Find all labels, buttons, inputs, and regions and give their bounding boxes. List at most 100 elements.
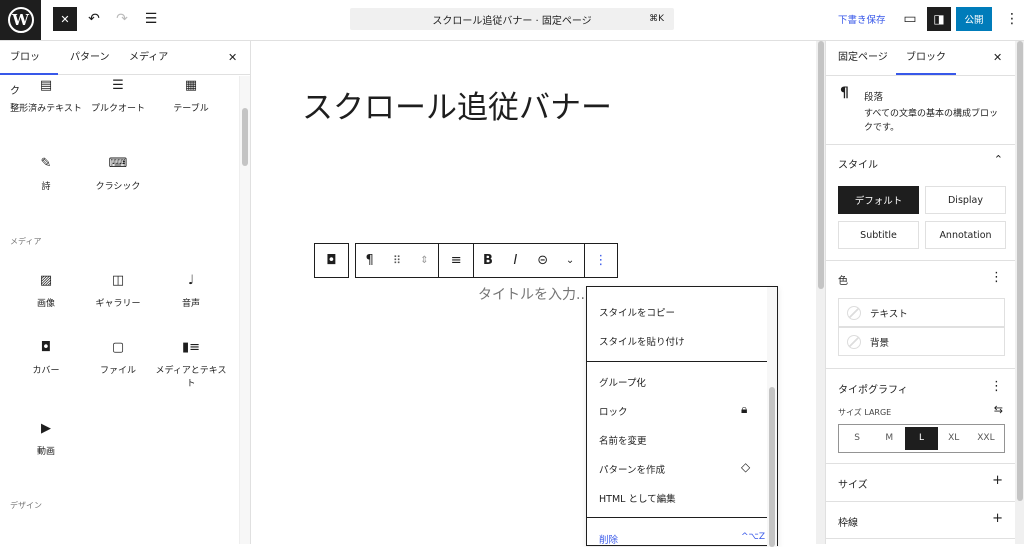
block-options-menu: スタイルをコピー スタイルを貼り付け グループ化 ロック 🔒︎ 名前を変更 パター… <box>586 286 778 547</box>
typography-heading: タイポグラフィ <box>838 385 908 396</box>
preview-icon[interactable]: ▭ <box>899 8 921 30</box>
shortcut: ^⌥Z <box>741 532 766 542</box>
no-color-icon <box>847 305 861 320</box>
section-media: メディア <box>10 237 42 246</box>
block-classic[interactable]: ⌨ クラシック <box>82 157 154 194</box>
top-toolbar: W ✕ ↶ ↷ ☰ スクロール追従バナー · 固定ページ ⌘K 下書き保存 ▭ ◨… <box>0 0 1024 41</box>
settings-sidebar-icon[interactable]: ◨ <box>927 7 951 31</box>
drag-handle-icon[interactable]: ⠿ <box>383 254 410 267</box>
block-label: 詩 <box>41 182 51 192</box>
image-icon: ▨ <box>39 273 53 288</box>
block-video[interactable]: ▶ 動画 <box>10 422 82 459</box>
close-icon[interactable]: ✕ <box>993 41 1002 75</box>
size-l[interactable]: L <box>905 427 938 450</box>
canvas-scrollbar-track[interactable] <box>816 41 825 544</box>
shortcut: ⌘K <box>649 14 664 24</box>
divider <box>587 517 767 518</box>
style-annotation[interactable]: Annotation <box>925 221 1006 249</box>
style-default[interactable]: デフォルト <box>838 186 919 214</box>
custom-size-icon[interactable]: ⇆ <box>994 403 1003 416</box>
block-label: カバー <box>32 366 60 376</box>
plus-icon[interactable]: + <box>992 511 1003 526</box>
save-draft-button[interactable]: 下書き保存 <box>838 12 886 26</box>
size-xxl[interactable]: XXL <box>970 427 1002 450</box>
menu-paste-styles[interactable]: スタイルを貼り付け <box>599 334 685 348</box>
close-inserter-button[interactable]: ✕ <box>53 7 77 31</box>
block-verse[interactable]: ✎ 詩 <box>10 157 82 194</box>
menu-label: スタイルを貼り付け <box>599 337 685 348</box>
menu-lock[interactable]: ロック 🔒︎ <box>599 402 747 418</box>
chevron-up-icon[interactable]: ⌃ <box>994 153 1003 166</box>
menu-copy-styles[interactable]: スタイルをコピー <box>599 305 675 319</box>
command-palette[interactable]: スクロール追従バナー · 固定ページ ⌘K <box>350 8 674 30</box>
publish-button[interactable]: 公開 <box>956 7 992 31</box>
block-preformatted[interactable]: ▤ 整形済みテキスト <box>10 79 82 116</box>
block-label: クラシック <box>95 182 141 192</box>
size-s[interactable]: S <box>841 427 873 450</box>
menu-label: 名前を変更 <box>599 436 647 447</box>
tab-media[interactable]: メディア <box>129 41 168 75</box>
block-image[interactable]: ▨ 画像 <box>10 274 82 311</box>
sidebar-scrollbar[interactable] <box>1017 41 1023 501</box>
menu-rename[interactable]: 名前を変更 <box>599 433 647 447</box>
block-gallery[interactable]: ◫ ギャラリー <box>82 274 154 311</box>
close-icon[interactable]: ✕ <box>228 41 237 75</box>
size-xl[interactable]: XL <box>938 427 970 450</box>
styles-heading[interactable]: スタイル <box>838 156 878 171</box>
border-heading[interactable]: 枠線 <box>838 514 858 529</box>
menu-edit-html[interactable]: HTML として編集 <box>599 491 676 505</box>
canvas-scrollbar[interactable] <box>818 41 824 289</box>
block-label: プルクオート <box>90 104 145 114</box>
divider <box>826 368 1016 369</box>
move-up-down-icon[interactable]: ⇕ <box>411 255 438 266</box>
italic-icon[interactable]: I <box>502 253 529 268</box>
block-audio[interactable]: ♩ 音声 <box>155 274 227 311</box>
align-icon[interactable]: ≡ <box>439 253 473 268</box>
cover-icon: ◘ <box>326 253 337 268</box>
block-file[interactable]: ▢ ファイル <box>82 341 154 378</box>
table-icon: ▦ <box>184 78 198 93</box>
dimensions-heading[interactable]: サイズ <box>838 476 868 491</box>
style-subtitle[interactable]: Subtitle <box>838 221 919 249</box>
paragraph-icon[interactable]: ¶ <box>356 253 383 268</box>
plus-icon[interactable]: + <box>992 473 1003 488</box>
block-toolbar: ¶ ⠿ ⇕ ≡ B I ⊝ ⌄ ⋮ <box>355 243 618 278</box>
block-table[interactable]: ▦ テーブル <box>155 79 227 116</box>
block-description: すべての文章の基本の構成ブロックです。 <box>864 109 999 133</box>
title-placeholder[interactable]: タイトルを入力... <box>478 284 589 304</box>
undo-icon[interactable]: ↶ <box>84 7 104 31</box>
document-overview-icon[interactable]: ☰ <box>140 7 162 31</box>
color-options-icon[interactable]: ⋮ <box>990 270 1003 285</box>
link-icon[interactable]: ⊝ <box>529 253 556 268</box>
pullquote-icon: ☰ <box>112 78 124 93</box>
menu-scrollbar[interactable] <box>769 387 775 547</box>
block-pullquote[interactable]: ☰ プルクオート <box>82 79 154 116</box>
tab-patterns[interactable]: パターン <box>70 41 110 75</box>
sidebar-scrollbar-track[interactable] <box>1015 41 1024 544</box>
menu-label: ロック <box>599 407 628 418</box>
redo-icon[interactable]: ↷ <box>112 7 132 31</box>
menu-create-pattern[interactable]: パターンを作成 ◇ <box>599 460 750 476</box>
block-media-text[interactable]: ▮≡ メディアとテキスト <box>155 341 227 391</box>
tab-page[interactable]: 固定ページ <box>838 41 888 75</box>
typography-options-icon[interactable]: ⋮ <box>990 379 1003 394</box>
menu-group[interactable]: グループ化 <box>599 375 646 389</box>
menu-scrollbar-track[interactable] <box>767 287 777 547</box>
chevron-down-icon[interactable]: ⌄ <box>556 255 583 266</box>
inserter-scrollbar[interactable] <box>242 108 248 166</box>
options-icon[interactable]: ⋮ <box>1004 7 1020 31</box>
more-options-icon[interactable]: ⋮ <box>585 253 617 268</box>
tab-blocks[interactable]: ブロック <box>0 41 58 97</box>
divider <box>826 501 1016 502</box>
color-background[interactable]: 背景 <box>838 327 1005 356</box>
size-m[interactable]: M <box>873 427 905 450</box>
inserter-scrollbar-track[interactable] <box>239 76 250 544</box>
color-text[interactable]: テキスト <box>838 298 1005 327</box>
parent-block-button[interactable]: ◘ <box>314 243 349 278</box>
wordpress-logo[interactable]: W <box>0 0 41 40</box>
style-display[interactable]: Display <box>925 186 1006 214</box>
bold-icon[interactable]: B <box>474 253 501 268</box>
page-title[interactable]: スクロール追従バナー <box>302 82 612 127</box>
tab-block[interactable]: ブロック <box>896 41 956 75</box>
block-cover[interactable]: ◘ カバー <box>10 341 82 378</box>
